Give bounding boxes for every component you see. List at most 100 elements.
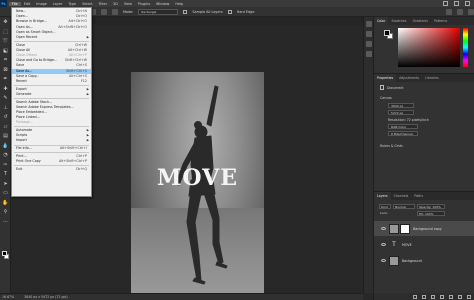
tab-properties[interactable]: Properties — [374, 74, 397, 82]
clone-stamp-tool-icon[interactable]: ⊥ — [1, 104, 10, 112]
layer-row[interactable]: Background copy — [374, 221, 474, 236]
fill-field[interactable]: Fill: 100% — [417, 211, 445, 216]
bit-depth-select[interactable]: 8 Bits/Channel — [388, 131, 418, 136]
rulers-grids-title[interactable]: Rulers & Grids — [380, 144, 403, 148]
add-selection-icon[interactable] — [112, 8, 118, 15]
panel-foreground-swatch[interactable] — [384, 30, 390, 36]
tab-gradients[interactable]: Gradients — [410, 17, 432, 25]
kind-filter[interactable]: Kind — [379, 204, 391, 209]
tab-adjustments[interactable]: Adjustments — [396, 74, 422, 82]
layer-row[interactable]: T MOVE — [374, 237, 474, 252]
hand-tool-icon[interactable]: ✋ — [1, 199, 10, 207]
layer-mask-thumbnail[interactable] — [400, 223, 410, 234]
close-icon[interactable] — [465, 1, 470, 6]
opacity-field[interactable]: Opacity: 100% — [417, 204, 445, 209]
tab-channels[interactable]: Channels — [391, 192, 412, 200]
visibility-eye-icon[interactable] — [381, 243, 386, 246]
tab-paths[interactable]: Paths — [411, 192, 426, 200]
menu-3d[interactable]: 3D — [110, 2, 121, 6]
adjustment-layer-icon[interactable] — [440, 294, 444, 299]
frame-tool-icon[interactable]: ⊠ — [1, 66, 10, 74]
hue-slider[interactable] — [463, 28, 468, 67]
new-layer-icon[interactable] — [458, 294, 462, 299]
tab-patterns[interactable]: Patterns — [431, 17, 450, 25]
add-mask-icon[interactable] — [431, 294, 435, 299]
menu-item-print-one-copy[interactable]: Print One Copy Alt+Shift+Ctrl+P — [12, 159, 91, 164]
dodge-tool-icon[interactable]: ◔ — [1, 151, 10, 159]
menu-window[interactable]: Window — [153, 2, 172, 6]
history-panel-icon[interactable] — [366, 21, 372, 27]
workspace-icon[interactable] — [457, 8, 463, 15]
menu-item-revert[interactable]: Revert F12 — [12, 79, 91, 84]
brush-tool-icon[interactable]: ✎ — [1, 94, 10, 102]
menu-item-exit[interactable]: Exit Ctrl+Q — [12, 167, 91, 172]
new-selection-icon[interactable] — [101, 8, 107, 15]
tab-libraries[interactable]: Libraries — [422, 74, 442, 82]
move-tool-icon[interactable]: ✥ — [1, 18, 10, 26]
menu-layer[interactable]: Layer — [50, 2, 65, 6]
maximize-icon[interactable] — [454, 1, 459, 6]
tab-layers[interactable]: Layers — [374, 192, 391, 200]
more-tools-icon[interactable]: ⋯ — [1, 218, 10, 226]
tab-swatches[interactable]: Swatches — [388, 17, 409, 25]
menu-item-package: Package... — [12, 120, 91, 125]
menu-select[interactable]: Select — [79, 2, 95, 6]
canvas-width-field[interactable]: 3840 px — [388, 103, 414, 108]
type-tool-icon[interactable]: T — [1, 170, 10, 178]
marquee-tool-icon[interactable]: ⬚ — [1, 28, 10, 36]
visibility-eye-icon[interactable] — [381, 259, 386, 262]
menu-item-file-info[interactable]: File Info... Alt+Shift+Ctrl+I — [12, 146, 91, 151]
healing-brush-tool-icon[interactable]: ✚ — [1, 85, 10, 93]
history-brush-tool-icon[interactable]: ↺ — [1, 113, 10, 121]
menu-type[interactable]: Type — [65, 2, 79, 6]
color-mode-select[interactable]: RGB Color — [388, 124, 418, 129]
new-group-icon[interactable] — [449, 294, 453, 299]
crop-tool-icon[interactable]: ⌗ — [1, 56, 10, 64]
path-selection-tool-icon[interactable]: ➤ — [1, 180, 10, 188]
canvas-height-field[interactable]: 5472 px — [388, 110, 414, 115]
fx-icon[interactable] — [422, 294, 426, 299]
menu-plugins[interactable]: Plugins — [135, 2, 153, 6]
zoom-tool-icon[interactable]: ⚲ — [1, 208, 10, 216]
minimize-icon[interactable] — [443, 1, 448, 6]
pen-tool-icon[interactable]: ✑ — [1, 161, 10, 169]
menu-filter[interactable]: Filter — [96, 2, 110, 6]
document-icon — [380, 85, 384, 90]
menu-view[interactable]: View — [121, 2, 135, 6]
document-canvas-image[interactable]: MOVE — [131, 72, 264, 299]
eyedropper-tool-icon[interactable]: ✒ — [1, 75, 10, 83]
document-label: Document — [387, 85, 404, 90]
character-panel-icon[interactable] — [366, 41, 372, 47]
menu-help[interactable]: Help — [172, 2, 186, 6]
object-selection-tool-icon[interactable]: ⬕ — [1, 47, 10, 55]
blend-mode-select[interactable]: Normal — [393, 204, 415, 209]
menu-edit[interactable]: Edit — [21, 2, 34, 6]
document-size[interactable]: 3840 px x 5472 px (72 ppi) — [24, 295, 67, 299]
menu-file[interactable]: File — [9, 1, 21, 6]
gradient-tool-icon[interactable]: ▤ — [1, 132, 10, 140]
actions-panel-icon[interactable] — [366, 31, 372, 37]
blur-tool-icon[interactable]: 💧 — [1, 142, 10, 150]
menu-item-generate[interactable]: Generate ▶ — [12, 92, 91, 97]
zoom-level[interactable]: 16.67% — [2, 295, 14, 299]
color-picker-field[interactable] — [398, 28, 460, 67]
trash-icon[interactable] — [467, 294, 471, 299]
mode-select[interactable]: Rectangle — [138, 8, 179, 15]
lasso-tool-icon[interactable]: ➰ — [1, 37, 10, 45]
menu-image[interactable]: Image — [33, 2, 50, 6]
layer-row[interactable]: Background — [374, 253, 474, 268]
canvas-section-title[interactable]: Canvas — [380, 96, 392, 100]
paragraph-panel-icon[interactable] — [366, 51, 372, 57]
hard-edge-checkbox[interactable] — [227, 9, 232, 14]
sample-all-layers-checkbox[interactable] — [183, 9, 188, 14]
share-icon[interactable] — [468, 8, 474, 15]
foreground-color-swatch[interactable] — [2, 251, 7, 256]
visibility-eye-icon[interactable] — [381, 227, 386, 230]
rectangle-tool-icon[interactable]: ▭ — [1, 189, 10, 197]
menu-item-import[interactable]: Import ▶ — [12, 138, 91, 143]
search-icon[interactable] — [446, 8, 452, 15]
tab-color[interactable]: Color — [374, 17, 389, 25]
menu-item-open-recent[interactable]: Open Recent ▶ — [12, 35, 91, 40]
link-layers-icon[interactable] — [413, 294, 417, 299]
eraser-tool-icon[interactable]: ▱ — [1, 123, 10, 131]
